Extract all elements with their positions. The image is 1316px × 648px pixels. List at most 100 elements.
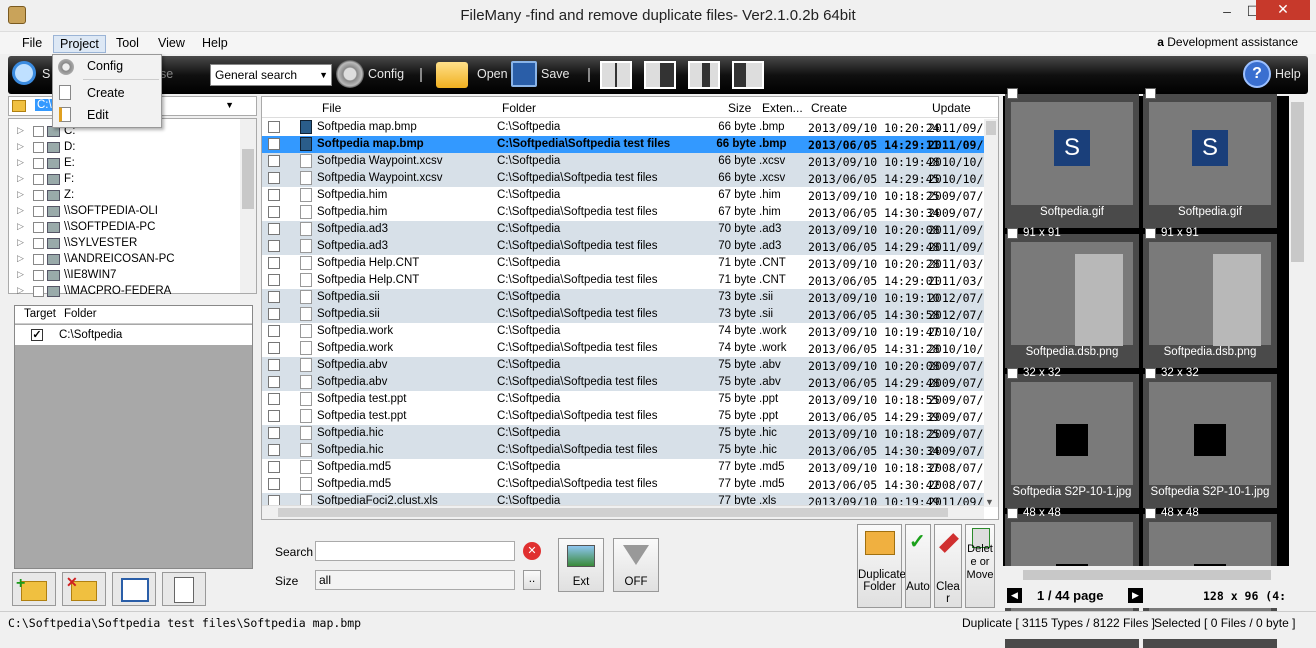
- tree-item[interactable]: ▷ D:: [9, 140, 239, 156]
- thumbnail[interactable]: 91 x 91 Softpedia.dsb.png: [1143, 227, 1277, 368]
- table-row[interactable]: Softpedia Waypoint.xcsv C:\Softpedia\Soft…: [262, 170, 990, 187]
- expand-icon[interactable]: ▷: [17, 285, 24, 296]
- thumbnail[interactable]: 32 x 32 Softpedia S2P-10-1.jpg: [1143, 367, 1277, 508]
- row-checkbox[interactable]: [268, 427, 280, 439]
- table-row[interactable]: Softpedia Help.CNT C:\Softpedia 71 byte .CN…: [262, 255, 990, 272]
- table-row[interactable]: Softpedia.him C:\Softpedia\Softpedia test…: [262, 204, 990, 221]
- menu-item-create[interactable]: Create: [87, 86, 125, 100]
- thumbnail-checkbox[interactable]: [1145, 88, 1156, 99]
- row-checkbox[interactable]: [268, 138, 280, 150]
- thumbnail-checkbox[interactable]: [1007, 368, 1018, 379]
- menu-help[interactable]: Help: [196, 35, 234, 53]
- layout-right-pane-icon[interactable]: [644, 61, 676, 89]
- expand-icon[interactable]: ▷: [17, 269, 24, 280]
- tree-checkbox[interactable]: [33, 254, 44, 265]
- tree-item[interactable]: ▷ \\SOFTPEDIA-OLI: [9, 204, 239, 220]
- table-row[interactable]: Softpedia map.bmp C:\Softpedia 66 byte .bmp…: [262, 119, 990, 136]
- clear-search-icon[interactable]: ✕: [523, 542, 541, 560]
- table-row[interactable]: Softpedia.work C:\Softpedia\Softpedia tes…: [262, 340, 990, 357]
- table-row[interactable]: Softpedia.md5 C:\Softpedia\Softpedia test…: [262, 476, 990, 493]
- row-checkbox[interactable]: [268, 172, 280, 184]
- tree-checkbox[interactable]: [33, 158, 44, 169]
- target-checkbox[interactable]: ✓: [31, 329, 43, 341]
- row-checkbox[interactable]: [268, 274, 280, 286]
- tree-item[interactable]: ▷ \\SYLVESTER: [9, 236, 239, 252]
- tree-checkbox[interactable]: [33, 270, 44, 281]
- target-row[interactable]: ✓ C:\Softpedia: [15, 325, 252, 345]
- menu-item-edit[interactable]: Edit: [87, 108, 109, 122]
- file-list-vertical-scrollbar[interactable]: ▼: [984, 119, 998, 507]
- table-row[interactable]: Softpedia.sii C:\Softpedia\Softpedia test…: [262, 306, 990, 323]
- tree-item[interactable]: ▷ \\SOFTPEDIA-PC: [9, 220, 239, 236]
- menu-view[interactable]: View: [152, 35, 191, 53]
- thumbnail-scrollbar[interactable]: [1289, 96, 1306, 566]
- clear-button[interactable]: Clear: [934, 524, 962, 608]
- thumbnail-checkbox[interactable]: [1145, 228, 1156, 239]
- thumbnail-checkbox[interactable]: [1007, 508, 1018, 519]
- expand-icon[interactable]: ▷: [17, 221, 24, 232]
- list-view-tab[interactable]: [112, 572, 156, 606]
- add-folder-tab[interactable]: +: [12, 572, 56, 606]
- row-checkbox[interactable]: [268, 410, 280, 422]
- tree-item[interactable]: ▷ E:: [9, 156, 239, 172]
- previous-page-icon[interactable]: ◀: [1007, 588, 1022, 603]
- row-checkbox[interactable]: [268, 121, 280, 133]
- col-size[interactable]: Size: [728, 101, 751, 115]
- table-row[interactable]: Softpedia.work C:\Softpedia 74 byte .work 20…: [262, 323, 990, 340]
- table-row[interactable]: Softpedia.ad3 C:\Softpedia 70 byte .ad3 2013…: [262, 221, 990, 238]
- table-row[interactable]: Softpedia Help.CNT C:\Softpedia\Softpedia…: [262, 272, 990, 289]
- table-row[interactable]: Softpedia.him C:\Softpedia 67 byte .him 2013…: [262, 187, 990, 204]
- size-browse-button[interactable]: ..: [523, 570, 541, 590]
- row-checkbox[interactable]: [268, 308, 280, 320]
- development-assistance-link[interactable]: a Development assistance: [1157, 35, 1298, 49]
- table-row[interactable]: Softpedia.sii C:\Softpedia 73 byte .sii 2013…: [262, 289, 990, 306]
- row-checkbox[interactable]: [268, 444, 280, 456]
- expand-icon[interactable]: ▷: [17, 125, 24, 136]
- tree-scrollbar[interactable]: [240, 119, 256, 293]
- table-row[interactable]: Softpedia.ad3 C:\Softpedia\Softpedia test…: [262, 238, 990, 255]
- expand-icon[interactable]: ▷: [17, 237, 24, 248]
- gear-icon[interactable]: [336, 60, 364, 88]
- thumbnail[interactable]: S Softpedia.gif: [1005, 88, 1139, 228]
- tree-checkbox[interactable]: [33, 206, 44, 217]
- table-row[interactable]: Softpedia.abv C:\Softpedia 75 byte .abv 2013…: [262, 357, 990, 374]
- row-checkbox[interactable]: [268, 359, 280, 371]
- tree-item[interactable]: ▷ \\IE8WIN7: [9, 268, 239, 284]
- close-button[interactable]: ✕: [1256, 0, 1310, 20]
- expand-icon[interactable]: ▷: [17, 253, 24, 264]
- save-button[interactable]: Save: [541, 67, 570, 81]
- row-checkbox[interactable]: [268, 478, 280, 490]
- row-checkbox[interactable]: [268, 393, 280, 405]
- help-button[interactable]: Help: [1275, 67, 1301, 81]
- row-checkbox[interactable]: [268, 257, 280, 269]
- thumbnail-checkbox[interactable]: [1145, 368, 1156, 379]
- thumbnail-checkbox[interactable]: [1007, 88, 1018, 99]
- row-checkbox[interactable]: [268, 206, 280, 218]
- help-icon[interactable]: ?: [1243, 60, 1271, 88]
- search-mode-select[interactable]: General search ▼: [210, 64, 332, 86]
- thumbnail-horizontal-scrollbar[interactable]: [1003, 566, 1306, 584]
- col-create[interactable]: Create: [811, 101, 847, 115]
- table-row[interactable]: Softpedia map.bmp C:\Softpedia\Softpedia …: [262, 136, 990, 153]
- col-extension[interactable]: Exten...: [762, 101, 803, 115]
- thumbnail-checkbox[interactable]: [1007, 228, 1018, 239]
- row-checkbox[interactable]: [268, 342, 280, 354]
- row-checkbox[interactable]: [268, 291, 280, 303]
- search-icon[interactable]: [12, 61, 36, 85]
- tree-checkbox[interactable]: [33, 142, 44, 153]
- row-checkbox[interactable]: [268, 155, 280, 167]
- table-row[interactable]: Softpedia.hic C:\Softpedia\Softpedia test…: [262, 442, 990, 459]
- tree-item[interactable]: ▷ F:: [9, 172, 239, 188]
- tree-checkbox[interactable]: [33, 126, 44, 137]
- expand-icon[interactable]: ▷: [17, 173, 24, 184]
- menu-file[interactable]: File: [16, 35, 48, 53]
- table-row[interactable]: Softpedia test.ppt C:\Softpedia\Softpedia…: [262, 408, 990, 425]
- delete-or-move-button[interactable]: Delete or Move: [965, 524, 995, 608]
- folder-tree[interactable]: ▷ C: ▷ D: ▷ E: ▷ F: ▷ Z: ▷ \\SOFTPEDIA-OLI ▷ \\SOFTPE…: [8, 118, 257, 297]
- row-checkbox[interactable]: [268, 189, 280, 201]
- menu-tool[interactable]: Tool: [110, 35, 145, 53]
- tree-checkbox[interactable]: [33, 222, 44, 233]
- row-checkbox[interactable]: [268, 240, 280, 252]
- layout-left-pane-icon[interactable]: [732, 61, 764, 89]
- folder-open-icon[interactable]: [436, 62, 468, 88]
